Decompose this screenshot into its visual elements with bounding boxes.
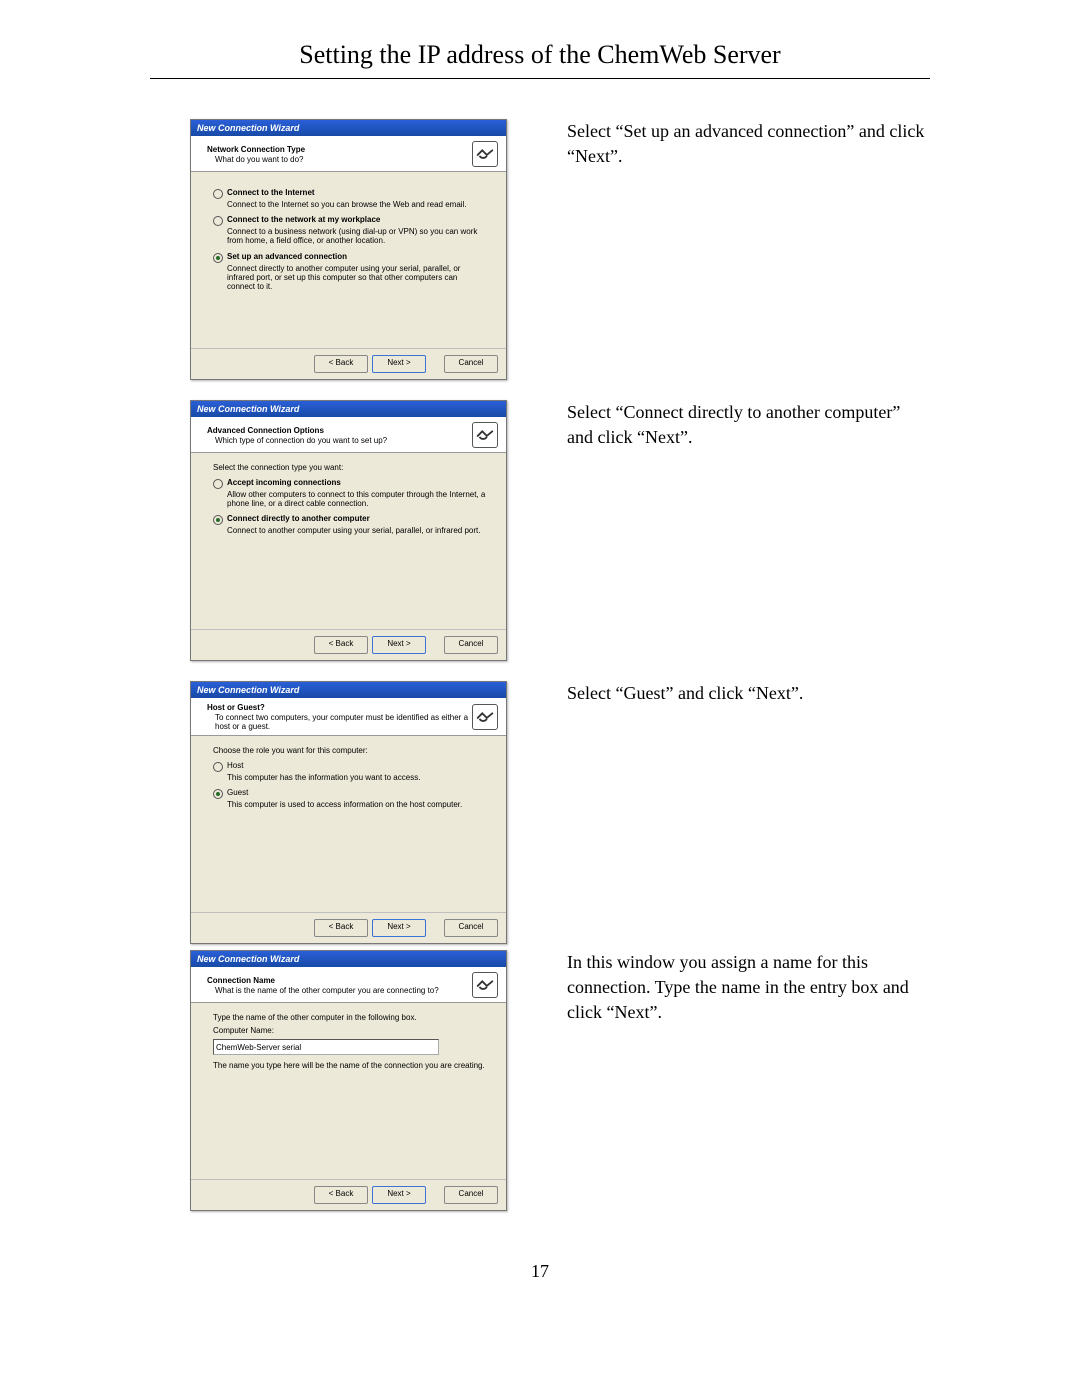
wizard-header-title: Host or Guest?: [207, 703, 472, 712]
prompt-text: Type the name of the other computer in t…: [213, 1013, 488, 1022]
wizard-header-title: Network Connection Type: [207, 145, 472, 154]
wizard-header: Advanced Connection Options Which type o…: [191, 417, 506, 453]
back-button[interactable]: < Back: [314, 636, 368, 654]
option-accept-incoming[interactable]: Accept incoming connections: [227, 478, 341, 487]
radio-connect-internet[interactable]: [213, 189, 223, 199]
option-desc: Connect to a business network (using dia…: [227, 227, 487, 245]
next-button[interactable]: Next >: [372, 355, 426, 373]
wizard-header: Network Connection Type What do you want…: [191, 136, 506, 172]
radio-guest[interactable]: [213, 789, 223, 799]
title-divider: [150, 78, 930, 79]
option-desc: This computer has the information you wa…: [227, 773, 487, 782]
wizard-header-subtitle: What is the name of the other computer y…: [215, 986, 472, 995]
option-connect-workplace[interactable]: Connect to the network at my workplace: [227, 215, 380, 224]
next-button[interactable]: Next >: [372, 636, 426, 654]
computer-name-label: Computer Name:: [213, 1026, 488, 1035]
handshake-icon: [472, 422, 498, 448]
note-text: The name you type here will be the name …: [213, 1061, 488, 1070]
option-guest[interactable]: Guest: [227, 788, 248, 797]
wizard-1: New Connection Wizard Network Connection…: [190, 119, 507, 380]
instruction-step-2: Select “Connect directly to another comp…: [567, 400, 930, 450]
radio-connect-directly[interactable]: [213, 515, 223, 525]
option-desc: Connect to the Internet so you can brows…: [227, 200, 487, 209]
wizard-titlebar: New Connection Wizard: [191, 682, 506, 698]
wizard-header: Connection Name What is the name of the …: [191, 967, 506, 1003]
radio-host[interactable]: [213, 762, 223, 772]
option-desc: This computer is used to access informat…: [227, 800, 487, 809]
page-number: 17: [0, 1261, 1080, 1282]
option-advanced-connection[interactable]: Set up an advanced connection: [227, 252, 347, 261]
wizard-4: New Connection Wizard Connection Name Wh…: [190, 950, 507, 1211]
radio-advanced-connection[interactable]: [213, 253, 223, 263]
handshake-icon: [472, 972, 498, 998]
radio-connect-workplace[interactable]: [213, 216, 223, 226]
option-desc: Connect directly to another computer usi…: [227, 264, 487, 292]
cancel-button[interactable]: Cancel: [444, 636, 498, 654]
wizard-3: New Connection Wizard Host or Guest? To …: [190, 681, 507, 944]
wizard-header-title: Connection Name: [207, 976, 472, 985]
page-title: Setting the IP address of the ChemWeb Se…: [0, 40, 1080, 70]
option-desc: Connect to another computer using your s…: [227, 526, 487, 535]
back-button[interactable]: < Back: [314, 1186, 368, 1204]
cancel-button[interactable]: Cancel: [444, 355, 498, 373]
wizard-header-subtitle: Which type of connection do you want to …: [215, 436, 472, 445]
instruction-step-1: Select “Set up an advanced connection” a…: [567, 119, 930, 169]
option-desc: Allow other computers to connect to this…: [227, 490, 487, 508]
wizard-2: New Connection Wizard Advanced Connectio…: [190, 400, 507, 661]
prompt-text: Choose the role you want for this comput…: [213, 746, 488, 755]
back-button[interactable]: < Back: [314, 919, 368, 937]
instruction-step-3: Select “Guest” and click “Next”.: [567, 681, 930, 706]
wizard-header-subtitle: To connect two computers, your computer …: [215, 713, 472, 731]
wizard-titlebar: New Connection Wizard: [191, 120, 506, 136]
option-connect-internet[interactable]: Connect to the Internet: [227, 188, 315, 197]
handshake-icon: [472, 704, 498, 730]
wizard-header: Host or Guest? To connect two computers,…: [191, 698, 506, 736]
back-button[interactable]: < Back: [314, 355, 368, 373]
handshake-icon: [472, 141, 498, 167]
next-button[interactable]: Next >: [372, 919, 426, 937]
option-connect-directly[interactable]: Connect directly to another computer: [227, 514, 370, 523]
computer-name-input[interactable]: [213, 1039, 439, 1055]
cancel-button[interactable]: Cancel: [444, 1186, 498, 1204]
option-host[interactable]: Host: [227, 761, 243, 770]
wizard-titlebar: New Connection Wizard: [191, 951, 506, 967]
next-button[interactable]: Next >: [372, 1186, 426, 1204]
instruction-step-4: In this window you assign a name for thi…: [567, 950, 930, 1026]
prompt-text: Select the connection type you want:: [213, 463, 488, 472]
wizard-titlebar: New Connection Wizard: [191, 401, 506, 417]
cancel-button[interactable]: Cancel: [444, 919, 498, 937]
wizard-header-subtitle: What do you want to do?: [215, 155, 472, 164]
wizard-header-title: Advanced Connection Options: [207, 426, 472, 435]
radio-accept-incoming[interactable]: [213, 479, 223, 489]
